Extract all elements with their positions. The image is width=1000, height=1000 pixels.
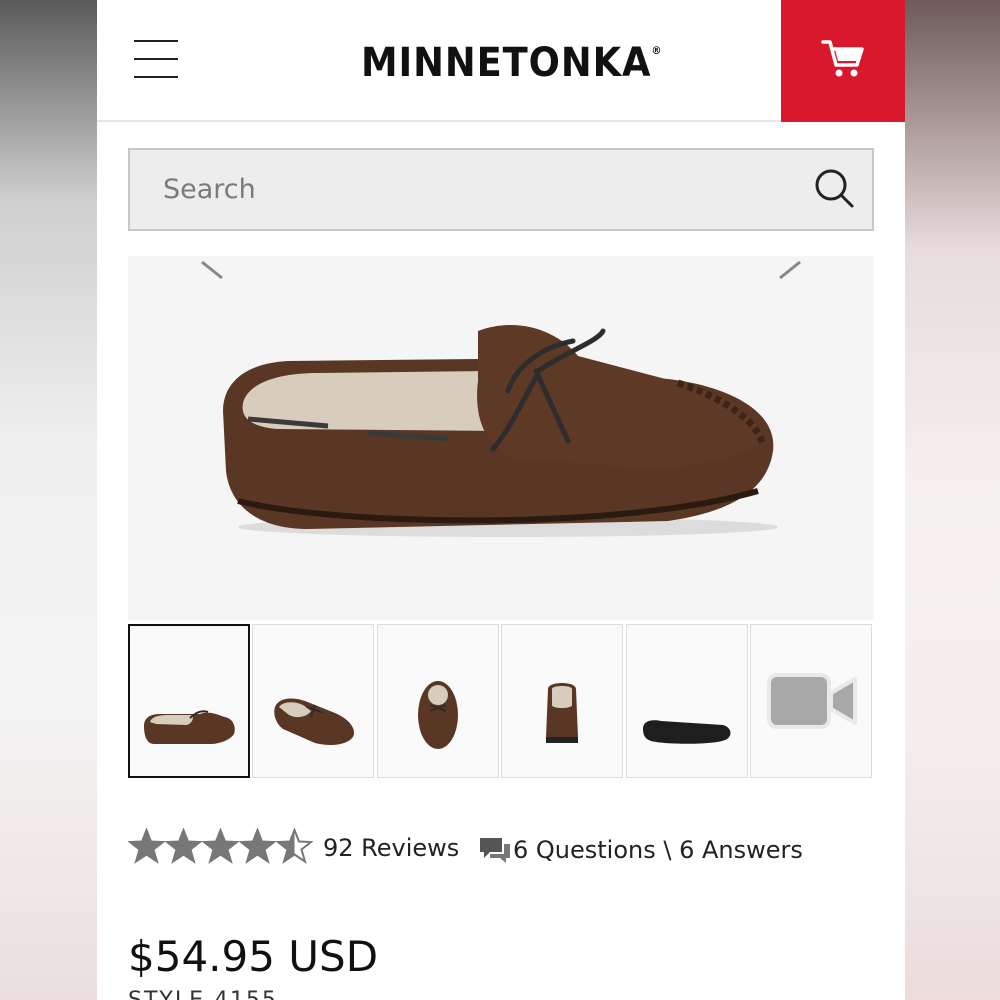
menu-icon[interactable] [134, 40, 178, 80]
thumbnail-sole-view[interactable] [626, 624, 748, 778]
product-style-number: STYLE 4155 [128, 988, 278, 1000]
star-icon [128, 828, 165, 864]
thumbnail-heel-view[interactable] [501, 624, 623, 778]
video-camera-icon [767, 673, 857, 729]
thumbnail-top-view[interactable] [377, 624, 499, 778]
shopping-cart-icon [821, 40, 864, 77]
previous-image-icon[interactable] [200, 260, 226, 280]
reviews-link[interactable]: 92 Reviews [323, 834, 459, 862]
star-icon [202, 828, 239, 864]
next-image-icon[interactable] [776, 260, 802, 280]
rating-row: 92 Reviews 6 Questions \ 6 Answers [128, 828, 888, 868]
thumbnail-side-view[interactable] [128, 624, 250, 778]
questions-answers-link[interactable]: 6 Questions \ 6 Answers [513, 836, 803, 864]
moccasin-image [223, 325, 778, 537]
product-page: MINNETONKA® Search 92 Reviews 6 Question… [97, 0, 905, 1000]
product-price: $54.95 USD [128, 932, 379, 981]
chat-bubbles-icon [480, 838, 510, 863]
search-icon[interactable] [814, 168, 856, 210]
product-main-image [128, 256, 874, 620]
star-icon [165, 828, 202, 864]
star-icon [239, 828, 276, 864]
site-header: MINNETONKA® [97, 0, 905, 122]
star-icon [276, 828, 313, 864]
search-bar [128, 148, 874, 231]
star-rating[interactable] [128, 828, 313, 865]
thumbnail-video[interactable] [750, 624, 872, 778]
cart-button[interactable] [781, 0, 905, 122]
brand-logo[interactable]: MINNETONKA® [361, 40, 662, 86]
thumbnail-strip [128, 624, 874, 778]
search-input[interactable] [130, 150, 790, 229]
thumbnail-angled-view[interactable] [252, 624, 374, 778]
